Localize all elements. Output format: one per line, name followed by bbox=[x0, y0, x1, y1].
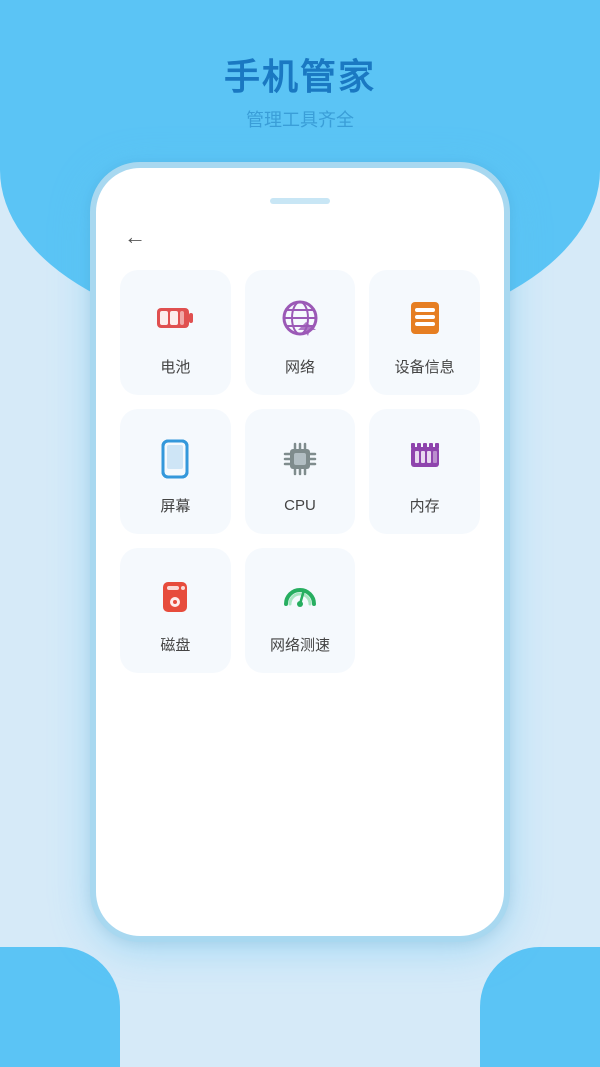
memory-icon bbox=[399, 431, 451, 483]
app-title: 手机管家 bbox=[224, 48, 376, 100]
tool-card-network[interactable]: 网络 bbox=[245, 270, 356, 395]
phone-mockup: ← 电池 bbox=[90, 162, 510, 942]
screen-icon bbox=[149, 431, 201, 483]
back-button[interactable]: ← bbox=[120, 224, 146, 250]
battery-icon bbox=[149, 292, 201, 344]
header: 手机管家 管理工具齐全 bbox=[224, 0, 376, 152]
cpu-icon bbox=[274, 433, 326, 485]
tool-card-battery[interactable]: 电池 bbox=[120, 270, 231, 395]
tools-grid: 电池 网络 bbox=[120, 270, 480, 673]
bg-bottom-right-shape bbox=[480, 947, 600, 1067]
bg-bottom-left-shape bbox=[0, 947, 120, 1067]
cpu-label: CPU bbox=[284, 497, 316, 514]
disk-label: 磁盘 bbox=[160, 634, 190, 655]
device-icon bbox=[399, 292, 451, 344]
memory-label: 内存 bbox=[410, 495, 440, 516]
network-label: 网络 bbox=[285, 356, 315, 377]
network-icon bbox=[274, 292, 326, 344]
disk-icon bbox=[149, 570, 201, 622]
battery-label: 电池 bbox=[160, 356, 190, 377]
tool-card-memory[interactable]: 内存 bbox=[369, 409, 480, 534]
tool-card-cpu[interactable]: CPU bbox=[245, 409, 356, 534]
device-info-label: 设备信息 bbox=[395, 356, 455, 377]
tool-card-screen[interactable]: 屏幕 bbox=[120, 409, 231, 534]
app-subtitle: 管理工具齐全 bbox=[224, 106, 376, 132]
tool-card-disk[interactable]: 磁盘 bbox=[120, 548, 231, 673]
phone-speaker bbox=[270, 198, 330, 204]
tool-card-device-info[interactable]: 设备信息 bbox=[369, 270, 480, 395]
screen-label: 屏幕 bbox=[160, 495, 190, 516]
tool-card-speedtest[interactable]: 网络测速 bbox=[245, 548, 356, 673]
speedtest-icon bbox=[274, 570, 326, 622]
speedtest-label: 网络测速 bbox=[270, 634, 330, 655]
